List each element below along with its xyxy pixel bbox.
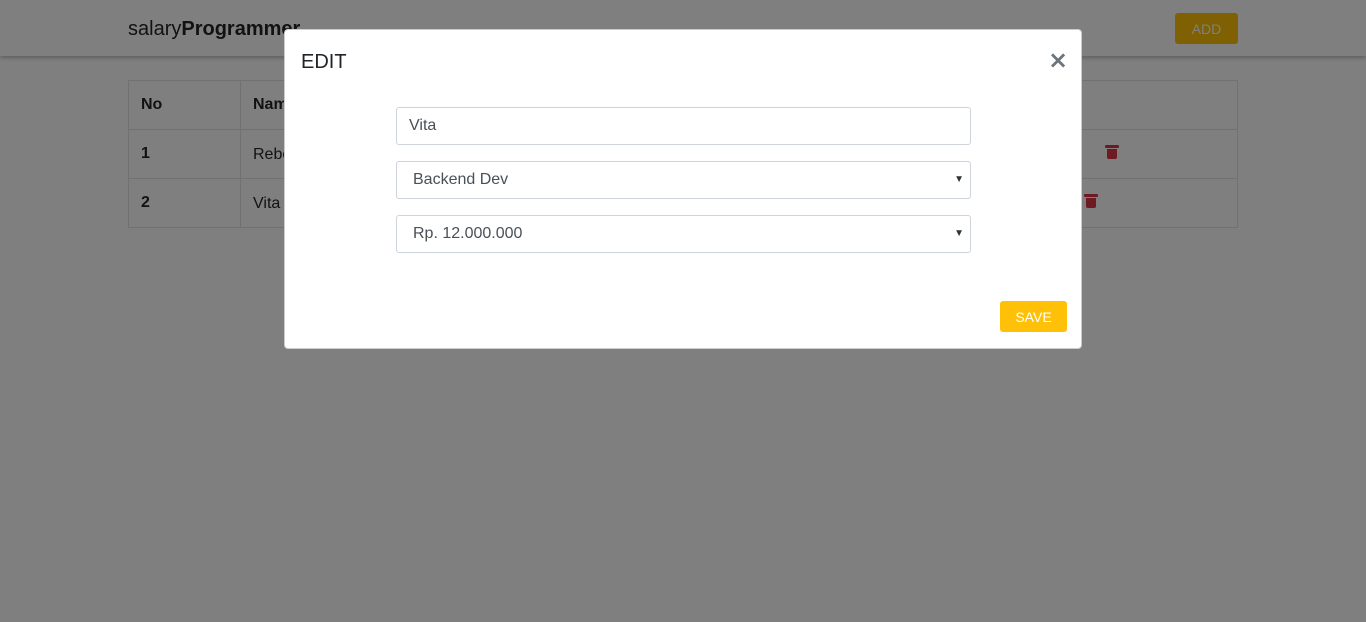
save-button[interactable]: SAVE — [1000, 301, 1067, 332]
salary-select[interactable]: Rp. 12.000.000 ▼ — [396, 215, 971, 253]
role-select[interactable]: Backend Dev ▼ — [396, 161, 971, 199]
edit-modal: EDIT × Vita Backend Dev ▼ Rp. 12.000.000… — [284, 29, 1082, 349]
chevron-down-icon: ▼ — [954, 174, 964, 185]
salary-selected-value: Rp. 12.000.000 — [413, 225, 523, 242]
name-input[interactable]: Vita — [396, 107, 971, 145]
role-selected-value: Backend Dev — [413, 171, 509, 188]
modal-title: EDIT — [301, 51, 347, 73]
close-icon[interactable]: × — [1047, 48, 1069, 72]
chevron-down-icon: ▼ — [954, 228, 964, 239]
